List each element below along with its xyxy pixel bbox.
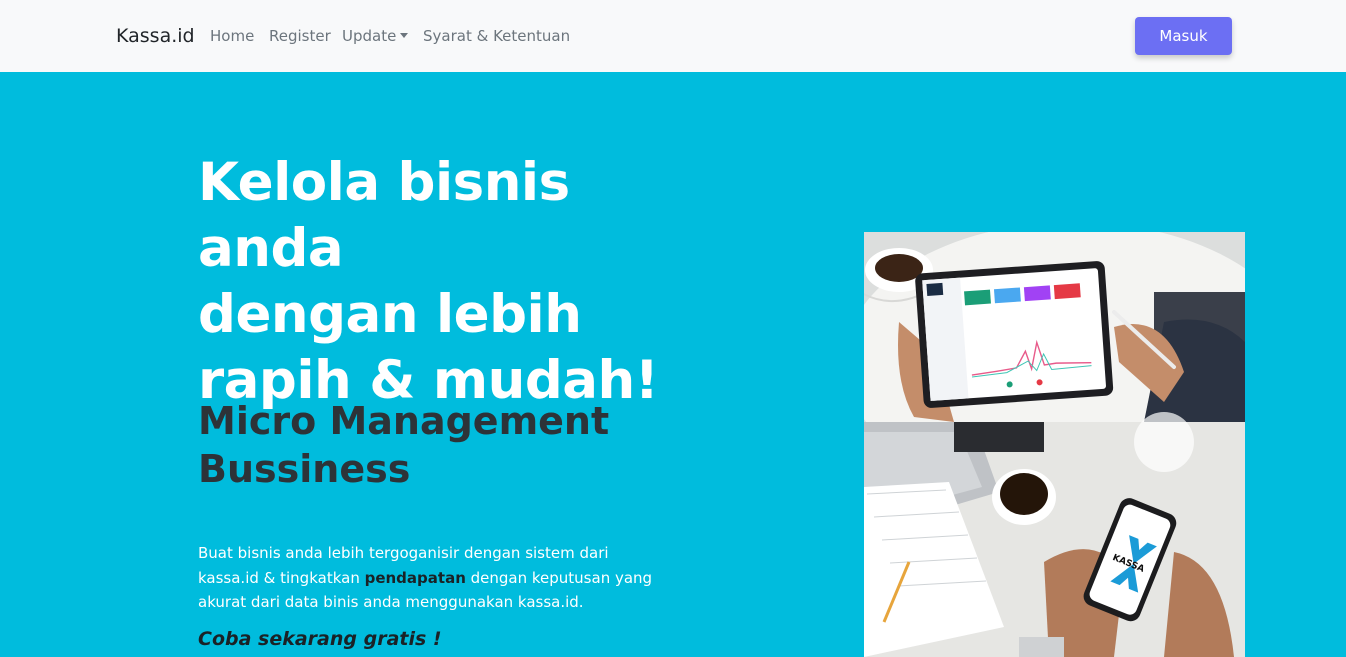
nav-update-label: Update: [342, 27, 397, 45]
hero-image: KASSA: [864, 232, 1245, 657]
hero-subtitle: Micro Management Bussiness: [198, 397, 698, 493]
caret-down-icon: [400, 33, 409, 38]
navbar: Kassa.id Home Register Update Syarat & K…: [0, 0, 1346, 72]
hero-title-line: Kelola bisnis anda: [198, 152, 570, 279]
brand-logo[interactable]: Kassa.id: [116, 25, 195, 47]
hero-subtitle-line: Bussiness: [198, 447, 411, 491]
nav-syarat-ketentuan[interactable]: Syarat & Ketentuan: [423, 27, 570, 45]
hero-description-highlight: pendapatan: [364, 568, 466, 587]
nav-home[interactable]: Home: [210, 27, 254, 45]
hero-description: Buat bisnis anda lebih tergoganisir deng…: [198, 541, 668, 615]
nav-update-dropdown[interactable]: Update: [342, 27, 409, 45]
login-button[interactable]: Masuk: [1135, 17, 1232, 55]
hero-cta: Coba sekarang gratis !: [198, 628, 442, 650]
hero-subtitle-line: Micro Management: [198, 399, 610, 443]
hero-title-line: dengan lebih: [198, 284, 582, 345]
nav-register[interactable]: Register: [269, 27, 331, 45]
hero-title: Kelola bisnis anda dengan lebih rapih & …: [198, 150, 718, 414]
